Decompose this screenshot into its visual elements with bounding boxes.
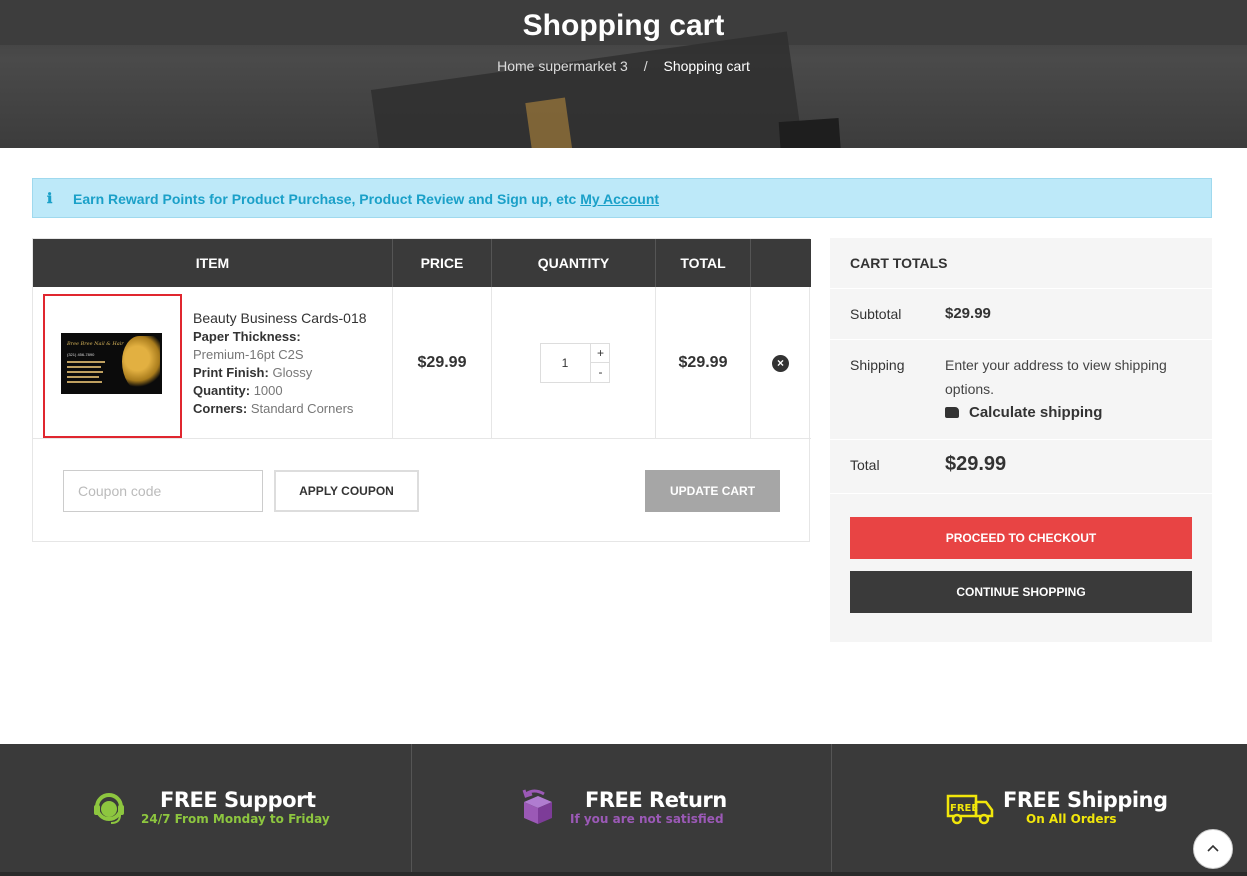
subtotal-label: Subtotal: [850, 306, 902, 322]
feature-subtitle: If you are not satisfied: [570, 812, 724, 826]
shipping-text: Enter your address to view shipping opti…: [945, 357, 1167, 397]
continue-shopping-button[interactable]: CONTINUE SHOPPING: [850, 571, 1192, 613]
feature-title: FREE Support: [160, 788, 316, 812]
free-truck-icon: FREE: [946, 794, 994, 825]
item-cell: Bree Bree Nail & Hair (321) 456-7890 Bea…: [33, 287, 393, 439]
quantity-decrease-button[interactable]: -: [590, 363, 610, 382]
card-image-title: Bree Bree Nail & Hair: [67, 341, 124, 347]
card-image-phone: (321) 456-7890: [67, 352, 95, 357]
cart-totals-heading: CART TOTALS: [850, 255, 948, 271]
card-image-line: [67, 361, 105, 363]
item-total: $29.99: [656, 287, 751, 439]
breadcrumb-current: Shopping cart: [663, 58, 750, 74]
card-image-line: [67, 376, 99, 378]
product-attr-print-finish: Print Finish: Glossy: [193, 365, 313, 380]
headset-icon: [94, 793, 124, 824]
feature-title: FREE Shipping: [1003, 788, 1168, 812]
banner-background-art: [370, 31, 810, 148]
product-attr-quantity: Quantity: 1000: [193, 383, 283, 398]
coupon-code-input[interactable]: [63, 470, 263, 512]
column-header-total: TOTAL: [656, 239, 751, 287]
reward-notice-text: Earn Reward Points for Product Purchase,…: [73, 191, 581, 207]
card-image-art: [122, 336, 160, 392]
column-header-quantity: QUANTITY: [492, 239, 656, 287]
feature-free-support: FREE Support 24/7 From Monday to Friday: [0, 744, 412, 872]
breadcrumb: Home supermarket 3 / Shopping cart: [0, 58, 1247, 74]
feature-title: FREE Return: [585, 788, 727, 812]
product-name[interactable]: Beauty Business Cards-018: [193, 309, 367, 327]
column-header-item: ITEM: [33, 239, 393, 287]
page-title: Shopping cart: [522, 9, 725, 42]
divider: [830, 339, 1212, 340]
footer-strip: [0, 872, 1247, 876]
card-image-line: [67, 371, 103, 373]
divider: [830, 439, 1212, 440]
product-attr-corners: Corners: Standard Corners: [193, 401, 354, 416]
svg-text:FREE: FREE: [950, 803, 978, 814]
product-details: Beauty Business Cards-018 Paper Thicknes…: [193, 309, 367, 418]
breadcrumb-home-link[interactable]: Home supermarket 3: [497, 58, 628, 74]
card-image-line: [67, 381, 102, 383]
cart-item-row: Bree Bree Nail & Hair (321) 456-7890 Bea…: [33, 287, 811, 439]
chevron-up-icon: [1207, 844, 1219, 852]
quantity-increase-button[interactable]: +: [590, 344, 610, 363]
remove-cell: ×: [751, 287, 811, 439]
total-value: $29.99: [945, 453, 1007, 475]
total-label: Total: [850, 457, 880, 473]
info-icon: ℹ: [47, 191, 53, 207]
card-image-line: [67, 366, 101, 368]
quantity-input[interactable]: 1: [541, 344, 589, 382]
divider: [830, 288, 1212, 289]
scroll-to-top-button[interactable]: [1193, 829, 1233, 869]
calculate-shipping-label[interactable]: Calculate shipping: [969, 404, 1102, 421]
product-attr-paper-thickness: Paper Thickness: Premium-16pt C2S: [193, 329, 304, 362]
divider: [830, 493, 1212, 494]
update-cart-button[interactable]: UPDATE CART: [645, 470, 780, 512]
return-box-icon: [522, 789, 552, 824]
quantity-stepper[interactable]: 1 + -: [540, 343, 610, 383]
item-price: $29.99: [393, 287, 492, 439]
proceed-to-checkout-button[interactable]: PROCEED TO CHECKOUT: [850, 517, 1192, 559]
column-header-price: PRICE: [393, 239, 492, 287]
cart-totals-panel: CART TOTALS Subtotal $29.99 Shipping Ent…: [830, 238, 1212, 642]
breadcrumb-separator: /: [643, 58, 648, 74]
my-account-link[interactable]: My Account: [580, 191, 659, 207]
feature-subtitle: 24/7 From Monday to Friday: [141, 812, 330, 826]
reward-notice: ℹ Earn Reward Points for Product Purchas…: [32, 178, 1212, 218]
feature-free-return: FREE Return If you are not satisfied: [412, 744, 832, 872]
truck-icon: [945, 407, 959, 418]
shipping-label: Shipping: [850, 357, 905, 373]
features-bar: FREE Support 24/7 From Monday to Friday …: [0, 744, 1247, 876]
cart-table-header: ITEM PRICE QUANTITY TOTAL: [33, 239, 811, 287]
calculate-shipping-link[interactable]: Calculate shipping: [945, 404, 1102, 421]
remove-item-icon[interactable]: ×: [772, 355, 789, 372]
feature-free-shipping: FREE FREE Shipping On All Orders: [832, 744, 1247, 872]
column-header-remove: [751, 239, 811, 287]
product-image[interactable]: Bree Bree Nail & Hair (321) 456-7890: [61, 333, 162, 394]
quantity-cell: 1 + -: [492, 287, 656, 439]
subtotal-value: $29.99: [945, 305, 991, 322]
banner-background-art: [778, 117, 842, 148]
page-banner: Shopping cart Home supermarket 3 / Shopp…: [0, 0, 1247, 148]
apply-coupon-button[interactable]: APPLY COUPON: [274, 470, 419, 512]
product-thumbnail[interactable]: Bree Bree Nail & Hair (321) 456-7890: [43, 294, 182, 438]
cart-table: ITEM PRICE QUANTITY TOTAL Bree Bree Nail…: [32, 238, 811, 542]
feature-subtitle: On All Orders: [1026, 812, 1117, 826]
